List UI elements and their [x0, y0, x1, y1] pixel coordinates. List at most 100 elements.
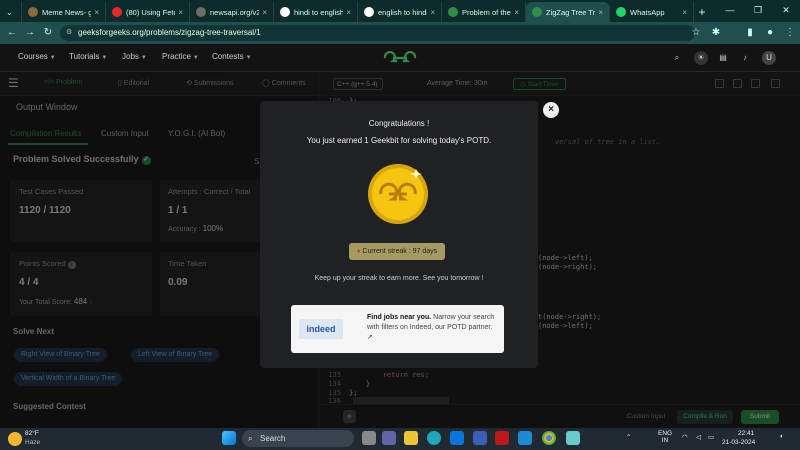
tab-title: Problem of the D: [462, 7, 511, 17]
gfg-favicon-icon: [532, 7, 542, 17]
notification-icon[interactable]: ◐: [780, 433, 784, 440]
external-link-icon[interactable]: ↗: [367, 334, 373, 341]
chevron-down-icon: ▼: [49, 55, 56, 61]
geekbit-coin-icon: [368, 164, 428, 224]
forward-icon[interactable]: →: [22, 25, 38, 41]
weather-icon[interactable]: [8, 432, 22, 446]
windows-start-icon[interactable]: [222, 431, 236, 445]
search-icon: ⌕: [248, 434, 253, 443]
clock-date[interactable]: 21-03-2024: [722, 439, 755, 446]
windows-taskbar: 82°F Haze ⌕ Search ⌃ ENG IN ◠ ◁ ▭ 22:41 21…: [0, 428, 800, 450]
close-tab-icon[interactable]: ×: [346, 8, 351, 17]
edge-icon[interactable]: [427, 431, 441, 445]
close-tab-icon[interactable]: ×: [682, 8, 687, 17]
browser-menu-icon[interactable]: ⋮: [782, 25, 798, 41]
close-tab-icon[interactable]: ×: [430, 8, 435, 17]
google-favicon-icon: [280, 7, 290, 17]
user-avatar[interactable]: U: [762, 51, 776, 65]
tab-title: english to hindi: [378, 7, 428, 17]
close-tab-icon[interactable]: ×: [598, 8, 603, 17]
youtube-favicon-icon: [112, 7, 122, 17]
tab-title: newsapi.org/v2/: [210, 7, 260, 17]
close-tab-icon[interactable]: ×: [514, 8, 519, 17]
notepad-icon[interactable]: [566, 431, 580, 445]
search-icon[interactable]: ⌕: [670, 51, 684, 65]
close-tab-icon[interactable]: ×: [262, 8, 267, 17]
profile-avatar[interactable]: ●: [762, 25, 778, 41]
indeed-logo[interactable]: indeed: [299, 319, 343, 339]
site-info-icon[interactable]: ⚙: [66, 25, 72, 41]
tray-chevron-icon[interactable]: ⌃: [626, 433, 631, 441]
chevron-down-icon: ▼: [192, 55, 199, 61]
close-modal-button[interactable]: ×: [543, 102, 559, 118]
theme-toggle-icon[interactable]: ☀: [694, 51, 708, 65]
browser-tab[interactable]: Meme News- gu ×: [22, 2, 106, 22]
weather-temp: 82°F: [25, 430, 39, 437]
indeed-ad[interactable]: indeed Find jobs near you. Narrow your s…: [291, 305, 504, 353]
browser-tab[interactable]: Problem of the D×: [442, 2, 526, 22]
store-icon[interactable]: [450, 431, 464, 445]
url-field[interactable]: ⚙ geeksforgeeks.org/problems/zigzag-tree…: [60, 25, 695, 41]
tab-title: hindi to english: [294, 7, 344, 17]
browser-tab[interactable]: WhatsApp ×: [610, 2, 694, 22]
mcafee-icon[interactable]: [495, 431, 509, 445]
maximize-button[interactable]: ❐: [744, 0, 772, 20]
task-view-icon[interactable]: [362, 431, 376, 445]
back-icon[interactable]: ←: [4, 25, 20, 41]
gfg-logo[interactable]: [382, 50, 418, 66]
ad-text: Find jobs near you. Narrow your search w…: [367, 313, 497, 343]
sidebar-icon[interactable]: ▮: [742, 25, 758, 41]
ad-headline: Find jobs near you.: [367, 314, 432, 321]
congratulations-modal: Congratulations ! You just earned 1 Geek…: [260, 101, 538, 368]
language-indicator[interactable]: ENG IN: [658, 430, 672, 444]
battery-icon[interactable]: ▭: [708, 433, 714, 441]
whatsapp-favicon-icon: [616, 7, 626, 17]
weather-condition: Haze: [25, 439, 41, 446]
minimize-button[interactable]: —: [716, 0, 744, 20]
new-tab-button[interactable]: +: [694, 2, 710, 22]
browser-tab[interactable]: ZigZag Tree Trav×: [526, 2, 610, 22]
reload-icon[interactable]: ↻: [40, 25, 56, 41]
modal-subtitle: You just earned 1 Geekbit for solving to…: [306, 136, 492, 145]
modal-title: Congratulations !: [368, 119, 430, 128]
teams-icon[interactable]: [382, 431, 396, 445]
tab-search-icon: ⌄: [6, 7, 13, 17]
extensions-icon[interactable]: ✱: [708, 25, 724, 41]
streak-badge: ♦ Current streak : 97 days: [349, 243, 445, 260]
bell-icon[interactable]: ♪: [738, 51, 752, 65]
wifi-icon[interactable]: ◠: [682, 433, 688, 441]
page-favicon-icon: [196, 7, 206, 17]
google-favicon-icon: [364, 7, 374, 17]
browser-tab[interactable]: english to hindi ×: [358, 2, 442, 22]
chrome-icon[interactable]: [542, 431, 556, 445]
meme-favicon-icon: [28, 7, 38, 17]
close-tab-icon[interactable]: ×: [178, 8, 183, 17]
browser-tab[interactable]: hindi to english ×: [274, 2, 358, 22]
chevron-down-icon: ▼: [140, 55, 147, 61]
nav-practice[interactable]: Practice ▼: [162, 52, 199, 61]
tab-search-icon-area[interactable]: ⌄: [0, 2, 22, 22]
gfg-favicon-icon: [448, 7, 458, 17]
volume-icon[interactable]: ◁: [696, 433, 701, 441]
nav-contests[interactable]: Contests ▼: [212, 52, 252, 61]
browser-tab[interactable]: newsapi.org/v2/×: [190, 2, 274, 22]
file-explorer-icon[interactable]: [404, 431, 418, 445]
nav-tutorials[interactable]: Tutorials ▼: [69, 52, 107, 61]
taskbar-search[interactable]: ⌕ Search: [242, 430, 354, 447]
nav-courses[interactable]: Courses ▼: [18, 52, 56, 61]
tab-title: (80) Using Fetch: [126, 7, 175, 17]
close-window-button[interactable]: ✕: [772, 0, 800, 20]
tab-title: ZigZag Tree Trav: [546, 7, 596, 17]
keep-up-text: Keep up your streak to earn more. See yo…: [314, 275, 484, 282]
browser-tab-strip: ⌄ Meme News- gu×(80) Using Fetch×newsapi…: [0, 0, 800, 22]
bookmark-star-icon[interactable]: ☆: [688, 25, 704, 41]
browser-tab[interactable]: (80) Using Fetch×: [106, 2, 190, 22]
close-tab-icon[interactable]: ×: [94, 8, 99, 17]
chevron-down-icon: ▼: [101, 55, 108, 61]
nav-jobs[interactable]: Jobs ▼: [122, 52, 147, 61]
tab-title: WhatsApp: [630, 7, 665, 17]
vscode-icon[interactable]: [518, 431, 532, 445]
app-icon[interactable]: [473, 431, 487, 445]
clock-time[interactable]: 22:41: [738, 430, 754, 437]
notes-icon[interactable]: ▤: [716, 51, 730, 65]
